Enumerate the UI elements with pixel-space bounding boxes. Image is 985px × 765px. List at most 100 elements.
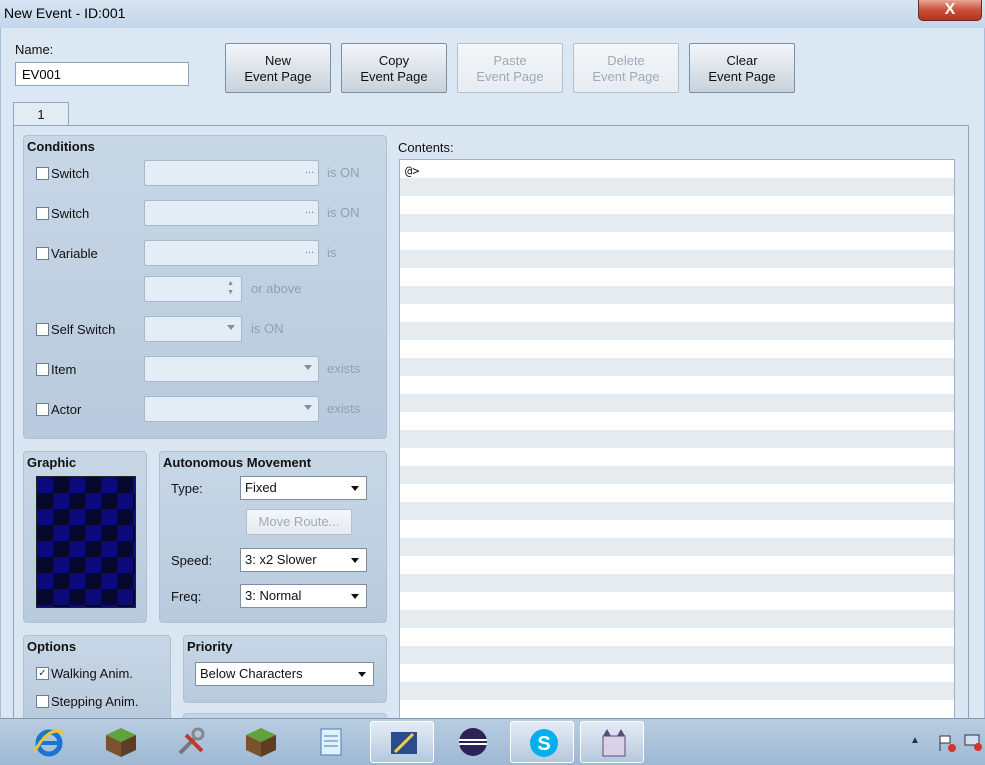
taskbar-minecraft-1[interactable] [88, 721, 152, 763]
minecraft-icon [106, 728, 136, 757]
graphic-group: Graphic [23, 451, 147, 623]
spin-down-icon[interactable]: ▼ [227, 289, 234, 296]
speed-label: Speed: [171, 553, 213, 568]
taskbar-game[interactable] [580, 721, 644, 763]
command-line[interactable]: @> [405, 164, 419, 178]
button-label-line2: Event Page [592, 69, 660, 84]
priority-value: Below Characters [200, 666, 303, 681]
eclipse-icon [459, 728, 487, 756]
switch1-checkbox[interactable] [36, 167, 49, 180]
variable-checkbox[interactable] [36, 247, 49, 260]
notepad-icon [320, 728, 342, 756]
taskbar-eclipse[interactable] [440, 721, 504, 763]
switch1-label: Switch [51, 166, 90, 181]
spin-up-icon[interactable]: ▲ [227, 280, 234, 287]
chevron-down-icon [304, 365, 312, 370]
self-switch-checkbox[interactable] [36, 323, 49, 336]
conditions-title: Conditions [27, 139, 95, 154]
self-switch-label: Self Switch [51, 322, 116, 337]
button-label-line1: Paste [493, 53, 527, 68]
switch2-suffix: is ON [327, 205, 360, 220]
freq-value: 3: Normal [245, 588, 302, 603]
graphic-preview[interactable] [36, 476, 136, 608]
title-bar: New Event - ID:001 X [0, 0, 985, 28]
type-value: Fixed [245, 480, 277, 495]
move-route-button[interactable]: Move Route... [246, 509, 352, 535]
walking-anim-checkbox[interactable]: ✓ [36, 667, 49, 680]
clear-event-page-button[interactable]: Clear Event Page [689, 43, 795, 93]
actor-dropdown[interactable] [144, 396, 319, 422]
actor-label: Actor [51, 402, 82, 417]
network-icon[interactable] [962, 731, 984, 753]
ellipsis-icon: ... [304, 244, 314, 256]
priority-dropdown[interactable]: Below Characters [195, 662, 374, 686]
copy-event-page-button[interactable]: Copy Event Page [341, 43, 447, 93]
close-button[interactable]: X [918, 0, 982, 21]
switch1-selector[interactable]: ... [144, 160, 319, 186]
stepping-anim-checkbox[interactable] [36, 695, 49, 708]
graphic-title: Graphic [27, 455, 77, 470]
taskbar-notepad[interactable] [298, 721, 362, 763]
button-label-line2: Event Page [360, 69, 428, 84]
chevron-down-icon [351, 558, 359, 563]
contents-label: Contents: [398, 140, 454, 155]
type-dropdown[interactable]: Fixed [240, 476, 367, 500]
new-event-page-button[interactable]: New Event Page [225, 43, 331, 93]
freq-label: Freq: [171, 589, 202, 604]
delete-event-page-button[interactable]: Delete Event Page [573, 43, 679, 93]
options-title: Options [27, 639, 77, 654]
variable-selector[interactable]: ... [144, 240, 319, 266]
chevron-down-icon [227, 325, 235, 330]
button-label-line1: New [264, 53, 291, 68]
ellipsis-icon: ... [304, 164, 314, 176]
priority-group: Priority Below Characters [183, 635, 387, 703]
type-label: Type: [171, 481, 203, 496]
speed-value: 3: x2 Slower [245, 552, 317, 567]
skype-icon: S [530, 729, 558, 757]
button-label-line1: Clear [726, 53, 758, 68]
tab-page-1[interactable]: 1 [13, 102, 69, 126]
chevron-down-icon [351, 486, 359, 491]
internet-explorer-icon [33, 729, 65, 757]
taskbar-tools[interactable] [158, 721, 222, 763]
autonomous-movement-group: Autonomous Movement Type: Fixed Move Rou… [159, 451, 387, 623]
name-input[interactable] [15, 62, 189, 86]
chevron-down-icon [304, 405, 312, 410]
options-group: Options ✓ Walking Anim. Stepping Anim. [23, 635, 171, 727]
actor-checkbox[interactable] [36, 403, 49, 416]
window-title: New Event - ID:001 [4, 5, 126, 21]
chevron-down-icon [358, 672, 366, 677]
autonomous-movement-title: Autonomous Movement [163, 455, 312, 470]
self-switch-suffix: is ON [251, 321, 284, 336]
name-label: Name: [15, 42, 54, 57]
contents-list[interactable]: @> [399, 159, 955, 719]
speed-dropdown[interactable]: 3: x2 Slower [240, 548, 367, 572]
actor-suffix: exists [327, 401, 361, 416]
self-switch-dropdown[interactable] [144, 316, 242, 342]
conditions-group: Conditions Switch ... is ON Switch ... i… [23, 135, 387, 439]
rpg-maker-icon [391, 732, 417, 754]
switch2-selector[interactable]: ... [144, 200, 319, 226]
minecraft-icon [246, 728, 276, 757]
variable-label: Variable [51, 246, 98, 261]
priority-title: Priority [187, 639, 233, 654]
action-center-icon[interactable] [936, 733, 958, 753]
taskbar-minecraft-2[interactable] [228, 721, 292, 763]
taskbar-rpg-maker[interactable] [370, 721, 434, 763]
taskbar-skype[interactable]: S [510, 721, 574, 763]
paste-event-page-button[interactable]: Paste Event Page [457, 43, 563, 93]
tray-expand-icon[interactable]: ▲ [910, 735, 920, 746]
game-icon [602, 729, 626, 757]
item-dropdown[interactable] [144, 356, 319, 382]
button-label-line2: Event Page [708, 69, 776, 84]
item-checkbox[interactable] [36, 363, 49, 376]
svg-text:S: S [537, 733, 550, 755]
item-suffix: exists [327, 361, 361, 376]
button-label-line2: Event Page [476, 69, 544, 84]
freq-dropdown[interactable]: 3: Normal [240, 584, 367, 608]
switch2-label: Switch [51, 206, 90, 221]
variable-value-spinner[interactable]: ▲ ▼ [144, 276, 242, 302]
variable-suffix: is [327, 245, 337, 260]
switch2-checkbox[interactable] [36, 207, 49, 220]
taskbar-internet-explorer[interactable] [16, 721, 80, 763]
